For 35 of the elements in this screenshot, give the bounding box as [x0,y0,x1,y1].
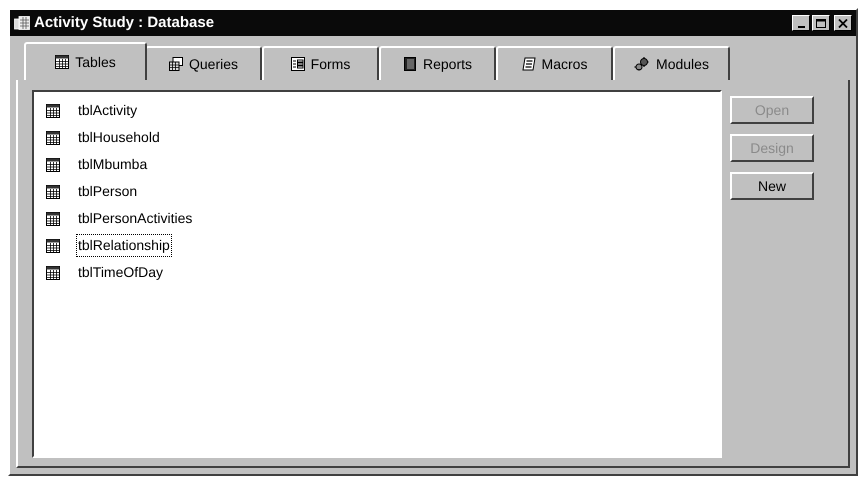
table-icon [46,104,60,118]
table-icon [46,238,60,252]
table-item[interactable]: tblTimeOfDay [76,261,166,284]
table-item[interactable]: tblPerson [76,180,140,203]
tab[interactable]: Queries [145,46,262,80]
tab[interactable]: Macros [496,46,613,80]
table-icon [46,212,60,226]
close-button[interactable] [834,15,852,31]
book-icon [402,57,417,71]
table-item[interactable]: tblMbumba [76,153,150,176]
table-item[interactable]: tblPersonActivities [76,207,194,230]
table-icon [46,184,60,198]
maximize-icon [816,18,826,28]
tab[interactable]: Reports [379,46,496,80]
minimize-button[interactable] [792,15,810,31]
stacked-grids-icon [168,57,183,71]
command-button[interactable]: New [730,172,814,200]
gears-icon [634,57,650,71]
tab[interactable]: Modules [613,46,730,80]
close-icon [838,18,848,28]
minimize-icon [798,26,804,28]
table-item[interactable]: tblHousehold [76,126,162,149]
grid-icon [55,55,70,69]
tab[interactable]: Tables [24,42,147,80]
table-item[interactable]: tblActivity [76,99,140,122]
table-icon [46,158,60,172]
table-icon [46,130,60,144]
window-title: Activity Study : Database [34,12,216,33]
tab[interactable]: Forms [262,46,379,80]
table-icon [46,266,60,280]
database-icon [14,16,30,30]
table-item[interactable]: tblRelationship [76,234,172,257]
maximize-button[interactable] [812,15,830,31]
scroll-icon [522,57,536,71]
form-icon [290,57,305,71]
